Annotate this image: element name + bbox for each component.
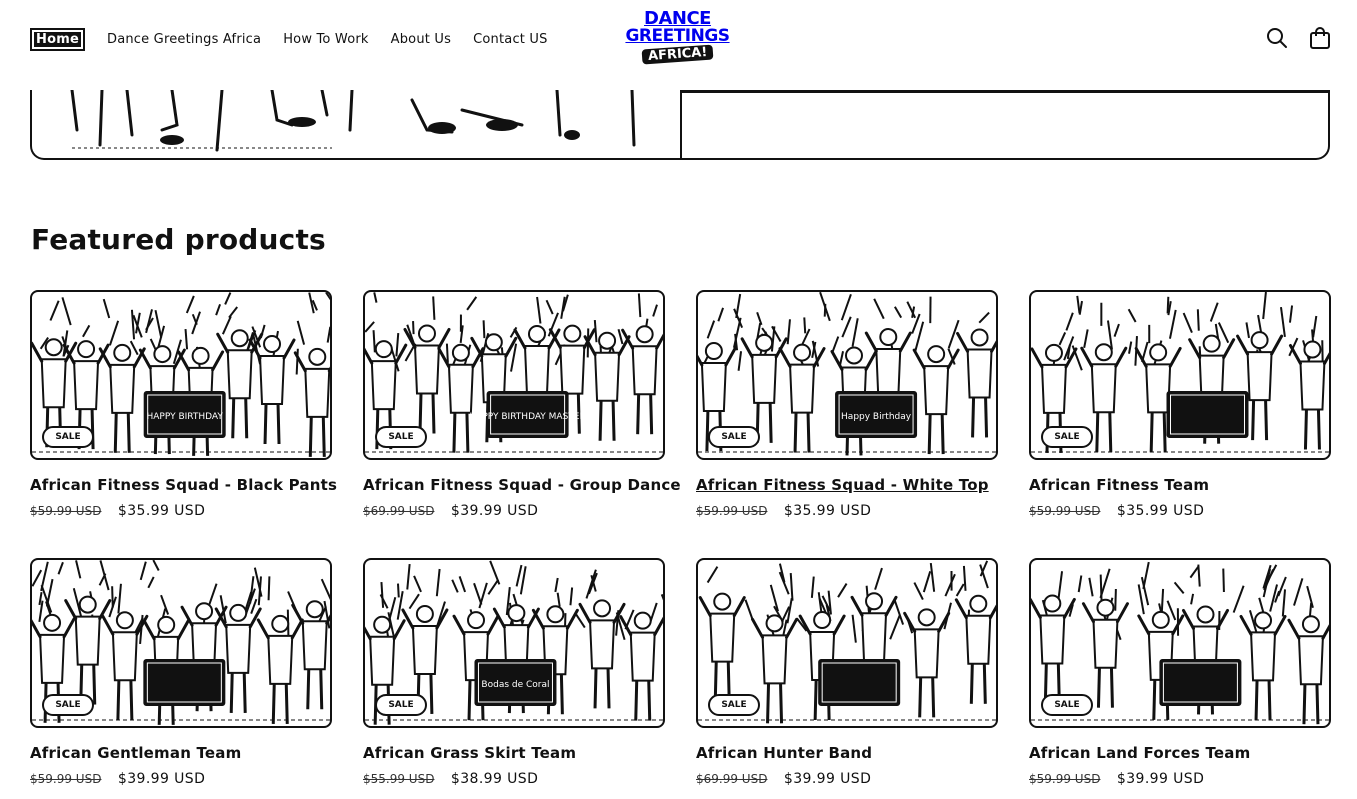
sale-badge: SALE <box>375 694 427 716</box>
cart-button[interactable] <box>1308 26 1332 50</box>
compare-at-price: $59.99 USD <box>30 772 102 786</box>
product-image[interactable]: Bodas de Coral SALE <box>363 558 665 728</box>
product-price: $59.99 USD $35.99 USD <box>30 503 332 519</box>
main-nav: Home Dance Greetings Africa How To Work … <box>30 28 570 51</box>
product-price: $59.99 USD $39.99 USD <box>1029 771 1331 787</box>
sale-badge: SALE <box>1041 694 1093 716</box>
compare-at-price: $59.99 USD <box>696 504 768 518</box>
product-title[interactable]: African Fitness Squad - Group Dance <box>363 476 681 494</box>
sale-badge: SALE <box>708 694 760 716</box>
sale-price: $39.99 USD <box>450 503 539 519</box>
product-image[interactable]: HAPPY BIRTHDAY SALE <box>30 290 332 460</box>
hero-image <box>30 90 680 160</box>
compare-at-price: $59.99 USD <box>1029 772 1101 786</box>
chalkboard-sign-text: Happy Birthday <box>841 412 912 422</box>
product-card[interactable]: HAPPY BIRTHDAY MASTER SALE African Fitne… <box>363 290 681 519</box>
nav-dance-greetings-africa-link[interactable]: Dance Greetings Africa <box>107 32 261 47</box>
product-image[interactable]: HAPPY BIRTHDAY MASTER SALE <box>363 290 665 460</box>
product-image[interactable]: SALE <box>696 558 998 728</box>
product-card[interactable]: Bodas de Coral SALE African Grass Skirt … <box>363 558 665 787</box>
product-card[interactable]: SALE African Gentleman Team $59.99 USD $… <box>30 558 332 787</box>
product-price: $59.99 USD $35.99 USD <box>696 503 998 519</box>
sale-price: $35.99 USD <box>1116 503 1205 519</box>
product-image[interactable]: SALE <box>1029 558 1331 728</box>
product-title[interactable]: African Fitness Team <box>1029 476 1331 494</box>
product-price: $69.99 USD $39.99 USD <box>696 771 998 787</box>
product-image[interactable]: SALE <box>1029 290 1331 460</box>
product-price: $59.99 USD $39.99 USD <box>30 771 332 787</box>
section-title: Featured products <box>31 223 326 256</box>
product-title[interactable]: African Hunter Band <box>696 744 998 762</box>
sale-badge: SALE <box>42 694 94 716</box>
product-card[interactable]: SALE African Fitness Team $59.99 USD $35… <box>1029 290 1331 519</box>
sale-price: $39.99 USD <box>117 771 206 787</box>
sale-price: $39.99 USD <box>1116 771 1205 787</box>
site-header: Home Dance Greetings Africa How To Work … <box>0 0 1357 80</box>
product-card[interactable]: Happy Birthday SALE African Fitness Squa… <box>696 290 998 519</box>
sale-price: $38.99 USD <box>450 771 539 787</box>
product-card[interactable]: SALE African Land Forces Team $59.99 USD… <box>1029 558 1331 787</box>
cart-icon <box>1310 27 1330 49</box>
nav-contact-us-link[interactable]: Contact US <box>473 32 547 47</box>
product-title[interactable]: African Land Forces Team <box>1029 744 1331 762</box>
chalkboard-sign-text: HAPPY BIRTHDAY MASTER <box>469 412 585 422</box>
search-icon <box>1267 28 1287 48</box>
sale-badge: SALE <box>1041 426 1093 448</box>
sale-badge: SALE <box>375 426 427 448</box>
product-image[interactable]: SALE <box>30 558 332 728</box>
nav-home-link[interactable]: Home <box>30 28 85 51</box>
compare-at-price: $59.99 USD <box>1029 504 1101 518</box>
product-price: $69.99 USD $39.99 USD <box>363 503 665 519</box>
compare-at-price: $55.99 USD <box>363 772 435 786</box>
hero-content-panel <box>680 90 1330 160</box>
hero-dancers-feet-illustration <box>70 90 636 152</box>
hero-banner <box>30 90 1330 160</box>
logo-line-3: AFRICA! <box>641 44 714 65</box>
product-title[interactable]: African Grass Skirt Team <box>363 744 665 762</box>
nav-how-to-work-link[interactable]: How To Work <box>283 32 368 47</box>
compare-at-price: $69.99 USD <box>363 504 435 518</box>
compare-at-price: $59.99 USD <box>30 504 102 518</box>
compare-at-price: $69.99 USD <box>696 772 768 786</box>
product-title[interactable]: African Fitness Squad - Black Pants <box>30 476 337 494</box>
product-card[interactable]: SALE African Hunter Band $69.99 USD $39.… <box>696 558 998 787</box>
chalkboard-sign-text: Bodas de Coral <box>481 680 549 690</box>
product-title[interactable]: African Gentleman Team <box>30 744 332 762</box>
product-card[interactable]: HAPPY BIRTHDAY SALE African Fitness Squa… <box>30 290 337 519</box>
search-button[interactable] <box>1265 26 1289 50</box>
sale-badge: SALE <box>708 426 760 448</box>
sale-price: $39.99 USD <box>783 771 872 787</box>
site-logo[interactable]: DANCE GREETINGS AFRICA! <box>620 10 735 65</box>
chalkboard-sign-text: HAPPY BIRTHDAY <box>147 412 224 422</box>
product-title[interactable]: African Fitness Squad - White Top <box>696 476 998 494</box>
sale-price: $35.99 USD <box>783 503 872 519</box>
logo-line-2: GREETINGS <box>625 26 730 46</box>
product-price: $59.99 USD $35.99 USD <box>1029 503 1331 519</box>
sale-badge: SALE <box>42 426 94 448</box>
nav-about-us-link[interactable]: About Us <box>391 32 451 47</box>
product-price: $55.99 USD $38.99 USD <box>363 771 665 787</box>
sale-price: $35.99 USD <box>117 503 206 519</box>
product-image[interactable]: Happy Birthday SALE <box>696 290 998 460</box>
